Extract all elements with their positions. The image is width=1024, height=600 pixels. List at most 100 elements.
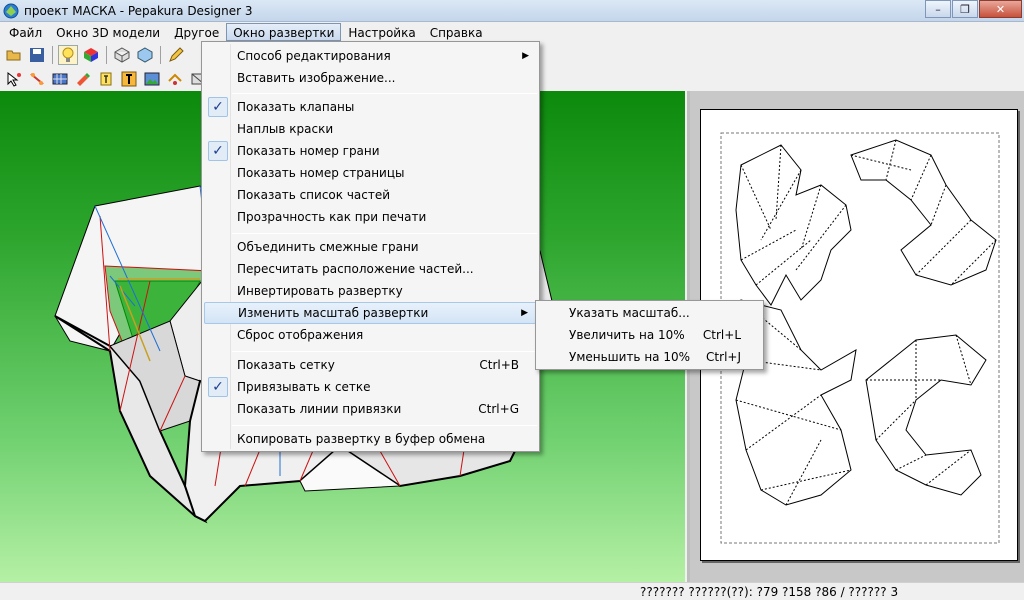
light-button[interactable]: [58, 45, 78, 65]
open-button[interactable]: [4, 45, 24, 65]
menu-relayout-parts[interactable]: Пересчитать расположение частей...: [204, 258, 537, 280]
checkmark-icon: ✓: [208, 377, 228, 397]
menu-item-label: Наплыв краски: [237, 122, 334, 136]
cube-icon: [137, 47, 153, 63]
menu-item-label: Уменьшить на 10%: [569, 350, 691, 364]
image-icon: [144, 72, 160, 86]
menu-show-face-number[interactable]: ✓ Показать номер грани: [204, 140, 537, 162]
text-button[interactable]: [119, 69, 139, 89]
solid-button[interactable]: [135, 45, 155, 65]
menu-item-label: Показать клапаны: [237, 100, 355, 114]
menu-3d-window[interactable]: Окно 3D модели: [49, 23, 167, 41]
pencil-button[interactable]: [166, 45, 186, 65]
menu-file[interactable]: Файл: [2, 23, 49, 41]
lightbulb-icon: [62, 47, 74, 62]
maximize-button[interactable]: ❐: [952, 0, 978, 18]
menu-snap-to-grid[interactable]: ✓ Привязывать к сетке: [204, 376, 537, 398]
menu-item-label: Показать линии привязки: [237, 402, 402, 416]
menu-settings[interactable]: Настройка: [341, 23, 422, 41]
submenu-arrow-icon: ▶: [521, 308, 528, 318]
menu-item-label: Прозрачность как при печати: [237, 210, 427, 224]
menu-shortcut: Ctrl+G: [478, 402, 519, 416]
menu-join-faces[interactable]: Объединить смежные грани: [204, 236, 537, 258]
submenu-zoom-in[interactable]: Увеличить на 10% Ctrl+L: [538, 324, 761, 346]
menu-separator: [232, 425, 537, 426]
menu-unfold-window[interactable]: Окно развертки: [226, 23, 342, 41]
menu-help[interactable]: Справка: [423, 23, 490, 41]
menu-invert-unfold[interactable]: Инвертировать развертку: [204, 280, 537, 302]
checkmark-icon: ✓: [208, 141, 228, 161]
rotate-icon: [168, 73, 182, 85]
status-text: ??????? ??????(??): ?79 ?158 ?86 / ?????…: [640, 585, 899, 599]
menu-show-flaps[interactable]: ✓ Показать клапаны: [204, 96, 537, 118]
menu-item-label: Привязывать к сетке: [237, 380, 371, 394]
menu-item-label: Сброс отображения: [237, 328, 364, 342]
save-button[interactable]: [27, 45, 47, 65]
menu-item-label: Показать номер страницы: [237, 166, 405, 180]
menu-shortcut: Ctrl+L: [702, 328, 741, 342]
restore-icon: ❐: [960, 2, 970, 16]
menu-item-label: Вставить изображение...: [237, 71, 396, 85]
wireframe-button[interactable]: [112, 45, 132, 65]
checkmark-icon: ✓: [208, 97, 228, 117]
menu-print-transparency[interactable]: Прозрачность как при печати: [204, 206, 537, 228]
submenu-arrow-icon: ▶: [522, 51, 529, 61]
title-bar: проект МАСКА - Pepakura Designer 3 – ❐ ✕: [0, 0, 1024, 22]
menu-item-label: Копировать развертку в буфер обмена: [237, 432, 486, 446]
menu-item-label: Пересчитать расположение частей...: [237, 262, 474, 276]
menu-edit-mode[interactable]: Способ редактирования ▶: [204, 45, 537, 67]
menu-item-label: Увеличить на 10%: [569, 328, 685, 342]
unfold-window-menu: Способ редактирования ▶ Вставить изображ…: [201, 41, 540, 452]
menu-show-parts-list[interactable]: Показать список частей: [204, 184, 537, 206]
menu-paint-overflow[interactable]: Наплыв краски: [204, 118, 537, 140]
minimize-icon: –: [935, 2, 941, 16]
submenu-zoom-out[interactable]: Уменьшить на 10% Ctrl+J: [538, 346, 761, 368]
toolbar-separator: [106, 46, 107, 64]
image-button[interactable]: [142, 69, 162, 89]
window-title: проект МАСКА - Pepakura Designer 3: [24, 3, 253, 18]
select-button[interactable]: [4, 69, 24, 89]
minimize-button[interactable]: –: [925, 0, 951, 18]
menu-item-label: Показать сетку: [237, 358, 335, 372]
text-pen-icon: [100, 72, 112, 86]
pencil-icon: [169, 47, 184, 62]
toolbar-separator: [160, 46, 161, 64]
texture-button[interactable]: [81, 45, 101, 65]
text-tool-button[interactable]: [96, 69, 116, 89]
menu-shortcut: Ctrl+J: [706, 350, 741, 364]
text-icon: [121, 71, 137, 87]
menu-show-snap-lines[interactable]: Показать линии привязки Ctrl+G: [204, 398, 537, 420]
grid-button[interactable]: [50, 69, 70, 89]
menu-copy-to-clipboard[interactable]: Копировать развертку в буфер обмена: [204, 428, 537, 450]
menu-shortcut: Ctrl+B: [479, 358, 519, 372]
submenu-set-scale[interactable]: Указать масштаб...: [538, 302, 761, 324]
join-button[interactable]: [27, 69, 47, 89]
join-edge-icon: [30, 73, 44, 85]
menu-separator: [232, 93, 537, 94]
rotate-button[interactable]: [165, 69, 185, 89]
toolbar-separator: [52, 46, 53, 64]
menu-separator: [232, 351, 537, 352]
menu-change-scale[interactable]: Изменить масштаб развертки ▶: [204, 302, 537, 324]
menu-item-label: Указать масштаб...: [569, 306, 690, 320]
menu-separator: [232, 233, 537, 234]
cube-color-icon: [84, 48, 98, 62]
grid-icon: [52, 73, 68, 85]
paint-icon: [77, 73, 90, 86]
cube-wire-icon: [114, 47, 130, 63]
menu-insert-image[interactable]: Вставить изображение...: [204, 67, 537, 89]
arrow-select-icon: [7, 71, 21, 87]
paint-button[interactable]: [73, 69, 93, 89]
menu-show-grid[interactable]: Показать сетку Ctrl+B: [204, 354, 537, 376]
menu-show-page-number[interactable]: Показать номер страницы: [204, 162, 537, 184]
menu-other[interactable]: Другое: [167, 23, 226, 41]
scale-submenu: Указать масштаб... Увеличить на 10% Ctrl…: [535, 300, 764, 370]
app-icon: [3, 3, 19, 18]
close-icon: ✕: [995, 2, 1006, 16]
menu-reset-view[interactable]: Сброс отображения: [204, 324, 537, 346]
close-button[interactable]: ✕: [979, 0, 1022, 18]
menu-item-label: Инвертировать развертку: [237, 284, 403, 298]
menu-item-label: Изменить масштаб развертки: [238, 306, 429, 320]
window-controls: – ❐ ✕: [925, 0, 1022, 20]
menu-item-label: Объединить смежные грани: [237, 240, 419, 254]
